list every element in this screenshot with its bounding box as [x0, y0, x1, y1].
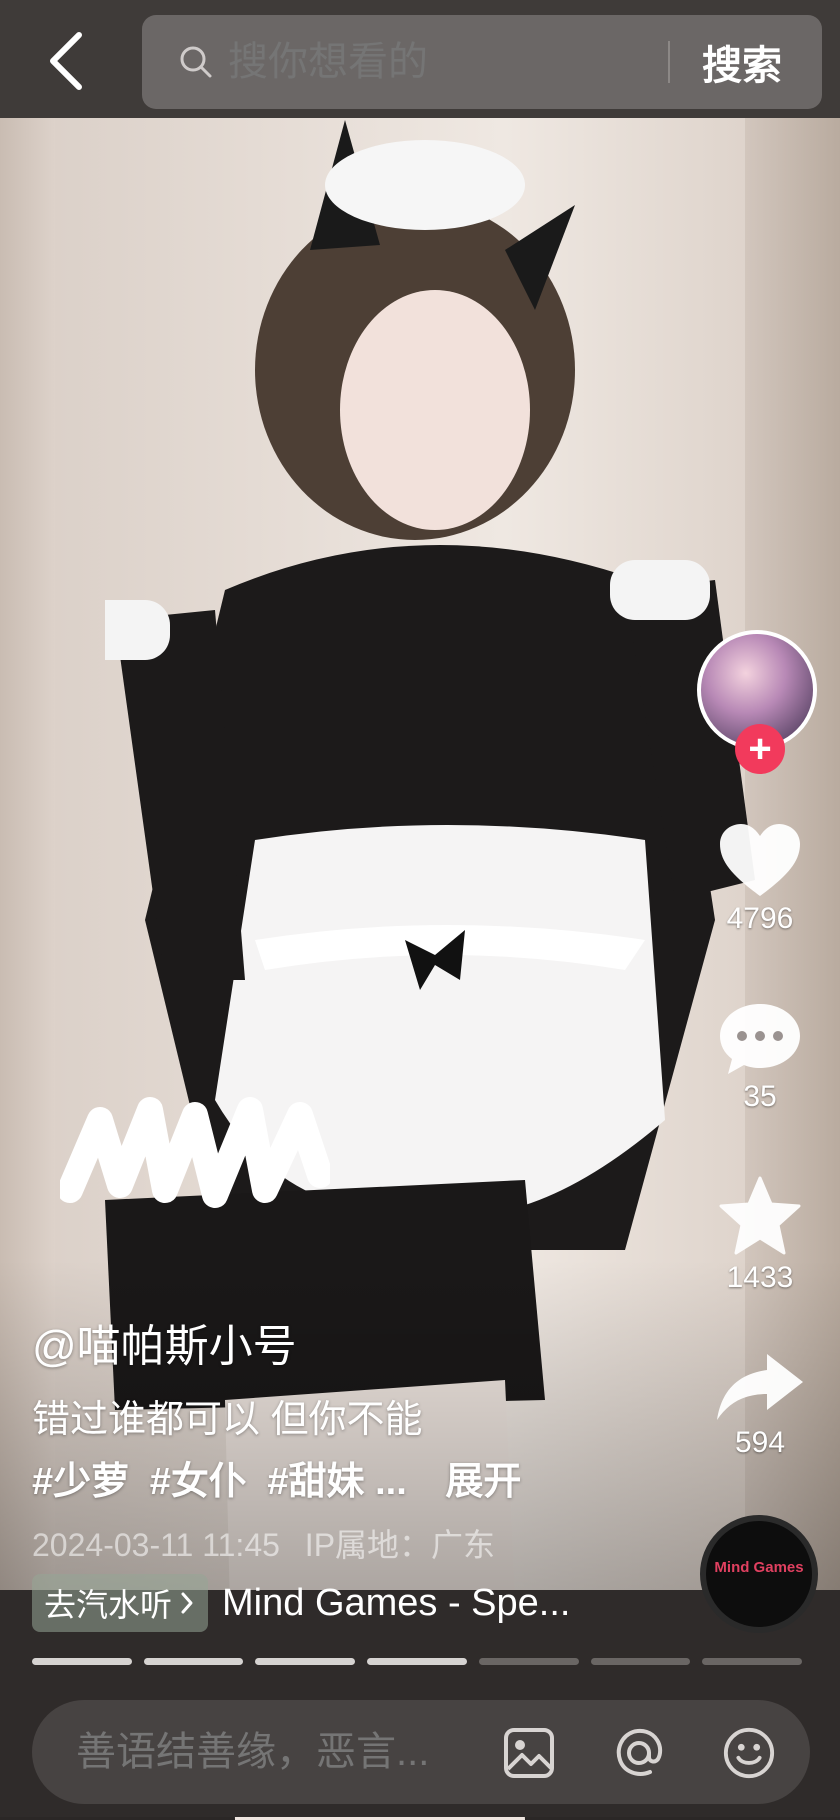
image-icon — [504, 1728, 554, 1778]
search-button[interactable]: 搜索 — [702, 33, 782, 91]
search-bar[interactable]: 搜索 — [142, 15, 822, 109]
favorite-button[interactable]: 1433 — [700, 1175, 820, 1295]
mention-button[interactable] — [612, 1726, 666, 1780]
follow-button[interactable]: + — [735, 724, 785, 774]
at-sign-icon — [616, 1728, 663, 1776]
comment-button[interactable]: 35 — [700, 1000, 820, 1114]
star-icon — [719, 1176, 801, 1255]
search-divider — [668, 41, 670, 83]
image-picker-button[interactable] — [502, 1726, 556, 1780]
favorite-count: 1433 — [726, 1261, 794, 1294]
search-input[interactable] — [226, 38, 660, 86]
post-meta: 2024-03-11 11:45 IP属地：广东 — [32, 1520, 495, 1566]
progress-segment — [478, 1658, 579, 1665]
progress-segment — [702, 1658, 803, 1665]
music-row: 去汽水听 Mind Games - Spe... — [32, 1574, 570, 1632]
like-button[interactable]: 4796 — [700, 822, 820, 936]
progress-segment — [143, 1658, 244, 1665]
progress-segment — [590, 1658, 691, 1665]
comment-bar — [32, 1700, 810, 1804]
song-title[interactable]: Mind Games - Spe... — [222, 1582, 570, 1625]
comment-count: 35 — [743, 1080, 777, 1113]
hashtags: #少萝 #女仆 #甜妹 ... 展开 — [32, 1450, 531, 1505]
music-app-link[interactable]: 去汽水听 — [32, 1574, 209, 1632]
music-disc-label: Mind Games — [714, 1559, 804, 1576]
comment-input[interactable] — [74, 1728, 498, 1776]
post-timestamp: 2024-03-11 11:45 — [32, 1527, 280, 1563]
back-button[interactable] — [38, 26, 92, 96]
like-count: 4796 — [726, 902, 794, 935]
music-disc[interactable]: Mind Games — [700, 1515, 818, 1633]
chevron-left-icon — [50, 32, 82, 90]
progress-segment — [367, 1658, 467, 1665]
share-button[interactable]: 594 — [700, 1352, 820, 1460]
hashtag[interactable]: #少萝 — [32, 1461, 129, 1503]
story-progress — [32, 1658, 803, 1665]
ip-location: IP属地：广东 — [304, 1527, 496, 1563]
music-app-label: 去汽水听 — [44, 1587, 173, 1623]
emoji-button[interactable] — [722, 1726, 776, 1780]
heart-icon — [720, 824, 800, 896]
chevron-right-icon — [181, 1592, 193, 1614]
comment-icon — [720, 1004, 800, 1074]
hashtag[interactable]: #女仆 — [150, 1461, 247, 1503]
author-name[interactable]: @喵帕斯小号 — [32, 1310, 297, 1374]
share-arrow-icon — [717, 1354, 803, 1420]
smiley-icon — [723, 1727, 775, 1779]
scribble-mark — [60, 1097, 330, 1208]
progress-segment — [32, 1658, 132, 1665]
progress-segment — [255, 1658, 356, 1665]
post-caption: 错过谁都可以 但你不能 — [32, 1399, 423, 1441]
search-icon — [180, 46, 212, 78]
expand-button[interactable]: 展开 — [445, 1461, 521, 1503]
hashtag[interactable]: #甜妹 ... — [267, 1461, 406, 1503]
share-count: 594 — [734, 1426, 786, 1459]
